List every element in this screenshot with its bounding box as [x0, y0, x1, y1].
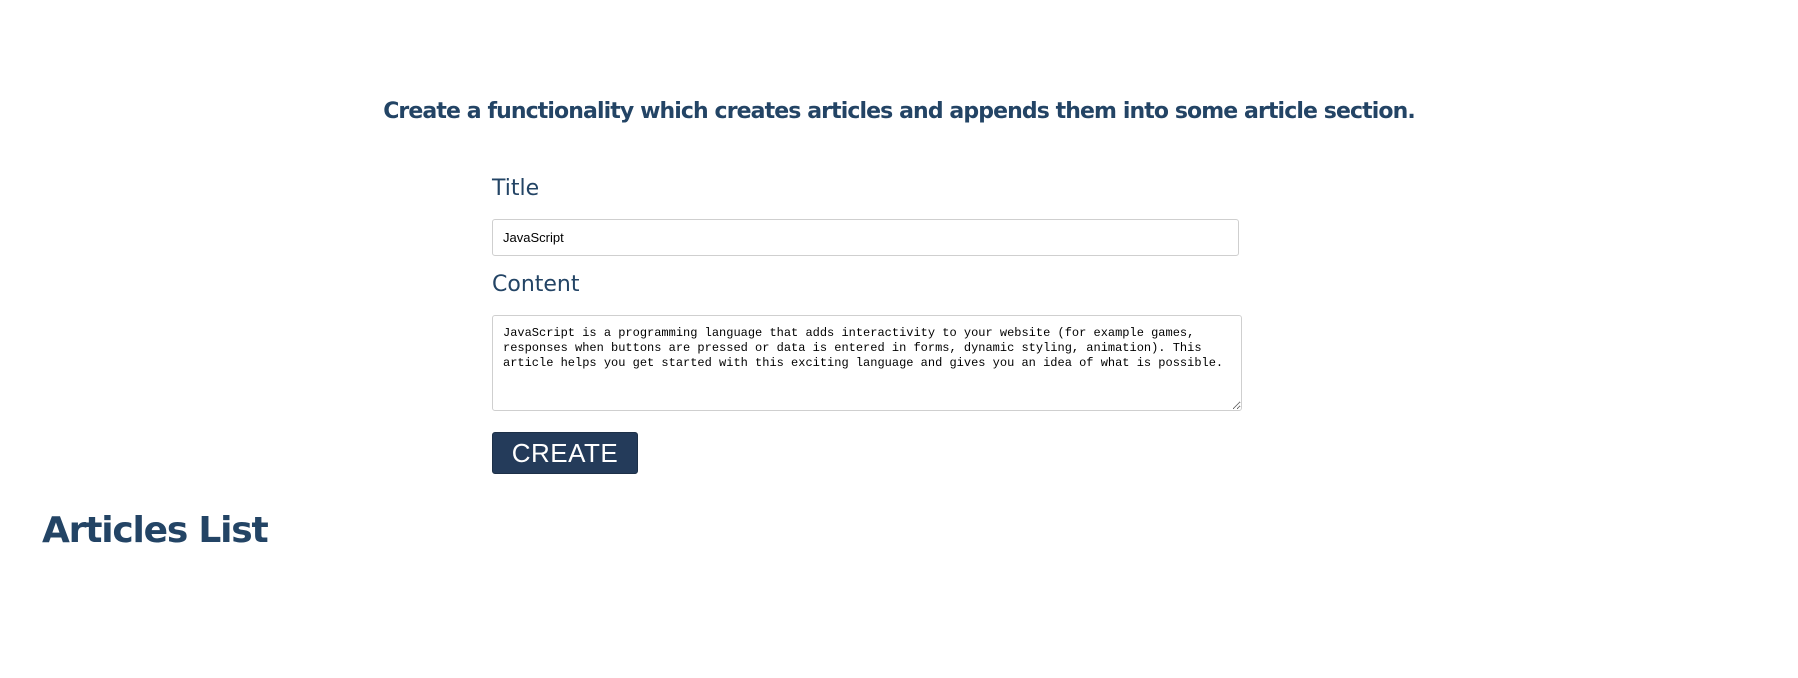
content-label: Content [492, 272, 580, 297]
content-textarea[interactable]: JavaScript is a programming language tha… [492, 315, 1242, 411]
create-button[interactable]: CREATE [492, 432, 638, 474]
title-label: Title [492, 176, 540, 201]
title-input[interactable] [492, 219, 1239, 256]
page-heading: Create a functionality which creates art… [383, 99, 1416, 124]
articles-section [42, 570, 1742, 660]
articles-list-heading: Articles List [42, 510, 269, 551]
